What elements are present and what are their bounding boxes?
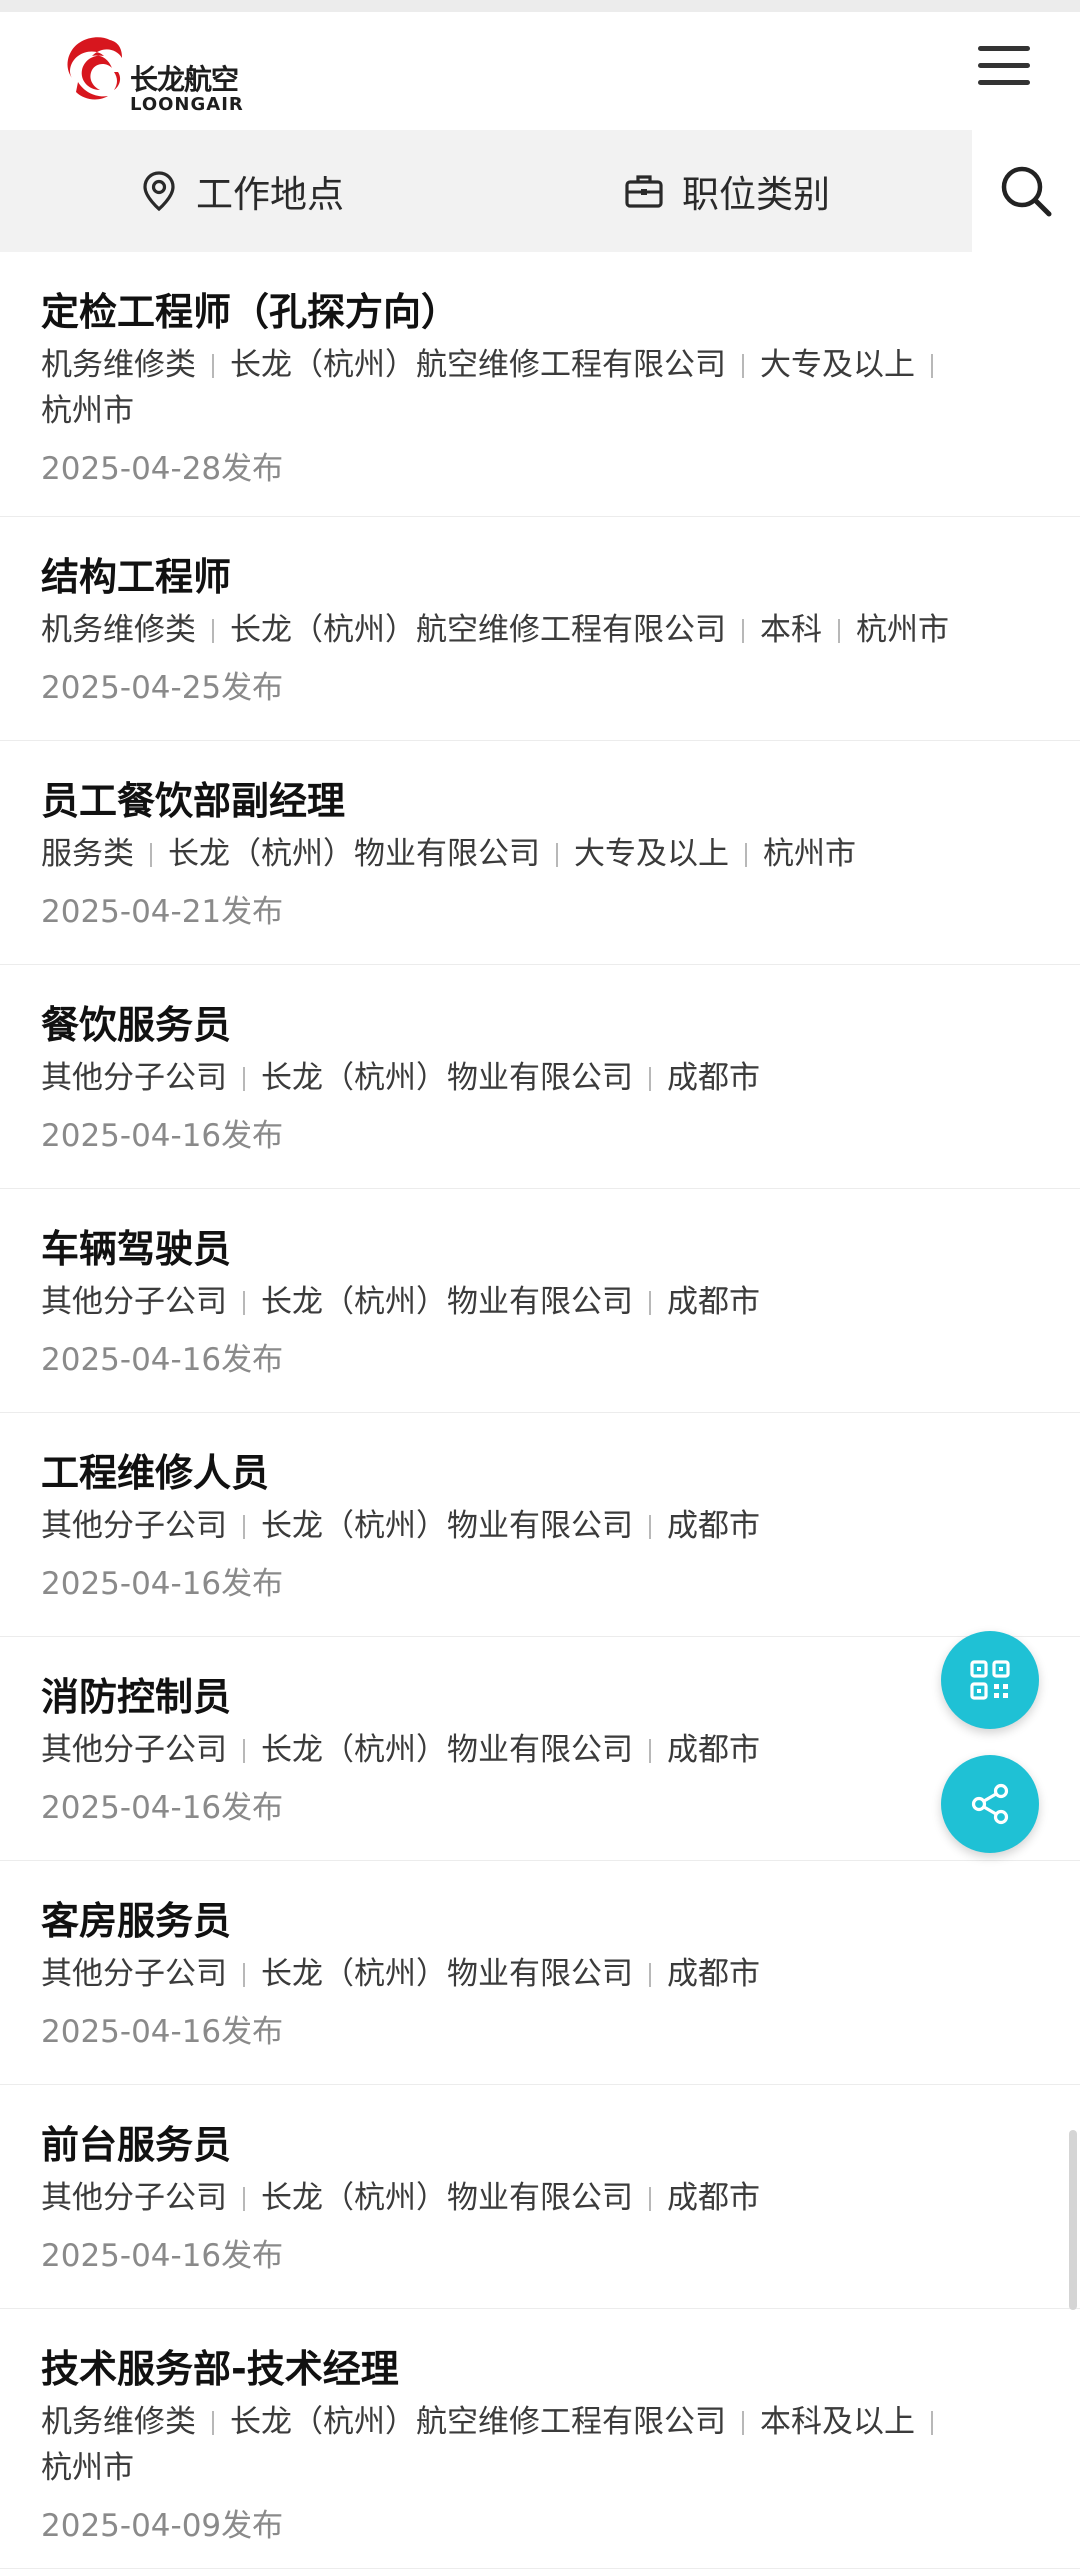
job-category: 机务维修类: [41, 347, 196, 383]
job-date: 2025-04-28发布: [41, 451, 284, 487]
job-title: 员工餐饮部副经理: [41, 779, 346, 823]
job-company: 长龙（杭州）物业有限公司: [261, 1956, 633, 1992]
job-category: 其他分子公司: [41, 1732, 227, 1768]
search-icon: [1001, 166, 1052, 217]
location-filter[interactable]: 工作地点: [140, 130, 344, 252]
brand-name-en: LOONGAIR: [130, 94, 244, 115]
job-title: 餐饮服务员: [41, 1003, 232, 1047]
hamburger-menu-icon[interactable]: [978, 46, 1030, 94]
status-strip: [0, 0, 1080, 12]
dragon-logo-icon: [67, 37, 122, 100]
job-date: 2025-04-16发布: [41, 1566, 284, 1602]
job-title: 客房服务员: [41, 1899, 232, 1943]
job-list-item[interactable]: 餐饮服务员 其他分子公司 长龙（杭州）物业有限公司 成都市 2025-04-16发布: [0, 965, 1080, 1189]
job-city: 成都市: [667, 1956, 760, 1992]
scrollbar[interactable]: [1069, 2130, 1077, 2310]
job-city: 成都市: [667, 1060, 760, 1096]
job-meta: 其他分子公司 长龙（杭州）物业有限公司 成都市: [41, 1727, 1040, 1773]
job-meta: 机务维修类 长龙（杭州）航空维修工程有限公司 本科及以上杭州市: [41, 2399, 1040, 2491]
job-city: 成都市: [667, 2180, 760, 2216]
job-meta: 机务维修类 长龙（杭州）航空维修工程有限公司 大专及以上杭州市: [41, 342, 1040, 434]
job-list-item[interactable]: 前台服务员 其他分子公司 长龙（杭州）物业有限公司 成都市 2025-04-16发布: [0, 2085, 1080, 2309]
job-date: 2025-04-21发布: [41, 894, 284, 930]
job-title: 车辆驾驶员: [41, 1227, 232, 1271]
brand-logo[interactable]: 长龙航空 LOONGAIR: [58, 32, 248, 122]
job-list-item[interactable]: 车辆驾驶员 其他分子公司 长龙（杭州）物业有限公司 成都市 2025-04-16发布: [0, 1189, 1080, 1413]
site-header: 长龙航空 LOONGAIR: [0, 12, 1080, 130]
job-category: 其他分子公司: [41, 1956, 227, 1992]
job-meta: 服务类 长龙（杭州）物业有限公司 大专及以上 杭州市: [41, 831, 1040, 877]
job-date: 2025-04-16发布: [41, 1342, 284, 1378]
job-category: 其他分子公司: [41, 2180, 227, 2216]
job-company: 长龙（杭州）物业有限公司: [261, 1732, 633, 1768]
job-list-item[interactable]: 结构工程师 机务维修类 长龙（杭州）航空维修工程有限公司 本科 杭州市 2025-04…: [0, 517, 1080, 741]
job-city: 成都市: [667, 1732, 760, 1768]
job-company: 长龙（杭州）航空维修工程有限公司: [230, 612, 726, 648]
job-date: 2025-04-16发布: [41, 1790, 284, 1826]
location-pin-icon: [143, 171, 175, 212]
job-list-item[interactable]: 定检工程师（孔探方向） 机务维修类 长龙（杭州）航空维修工程有限公司 大专及以上杭州…: [0, 252, 1080, 517]
job-company: 长龙（杭州）物业有限公司: [261, 1060, 633, 1096]
job-date: 2025-04-16发布: [41, 1118, 284, 1154]
job-category: 机务维修类: [41, 2404, 196, 2440]
job-meta: 机务维修类 长龙（杭州）航空维修工程有限公司 本科 杭州市: [41, 607, 1040, 653]
job-meta: 其他分子公司 长龙（杭州）物业有限公司 成都市: [41, 1503, 1040, 1549]
search-button[interactable]: [972, 130, 1080, 252]
job-meta: 其他分子公司 长龙（杭州）物业有限公司 成都市: [41, 1279, 1040, 1325]
job-title: 定检工程师（孔探方向）: [41, 290, 460, 334]
filter-bar: 工作地点 职位类别: [0, 130, 1080, 252]
job-title: 结构工程师: [41, 555, 232, 599]
job-city: 杭州市: [856, 612, 949, 648]
job-date: 2025-04-16发布: [41, 2238, 284, 2274]
job-list-item[interactable]: 工程维修人员 其他分子公司 长龙（杭州）物业有限公司 成都市 2025-04-16发…: [0, 1413, 1080, 1637]
job-company: 长龙（杭州）物业有限公司: [261, 1284, 633, 1320]
job-date: 2025-04-16发布: [41, 2014, 284, 2050]
job-education: 大专及以上: [760, 347, 915, 383]
category-filter[interactable]: 职位类别: [624, 130, 830, 252]
job-title: 工程维修人员: [41, 1451, 270, 1495]
job-city: 成都市: [667, 1284, 760, 1320]
briefcase-icon: [625, 175, 663, 208]
job-company: 长龙（杭州）物业有限公司: [261, 1508, 633, 1544]
job-meta: 其他分子公司 长龙（杭州）物业有限公司 成都市: [41, 1055, 1040, 1101]
job-list: 定检工程师（孔探方向） 机务维修类 长龙（杭州）航空维修工程有限公司 大专及以上 杭州…: [0, 252, 1080, 2569]
share-icon: [971, 1783, 1009, 1825]
job-date: 2025-04-25发布: [41, 670, 284, 706]
job-list-item[interactable]: 客房服务员 其他分子公司 长龙（杭州）物业有限公司 成都市 2025-04-16发布: [0, 1861, 1080, 2085]
qr-code-icon: [970, 1660, 1010, 1700]
job-list-item[interactable]: 员工餐饮部副经理 服务类 长龙（杭州）物业有限公司 大专及以上 杭州市 2025-04…: [0, 741, 1080, 965]
job-city: 杭州市: [763, 836, 856, 872]
job-company: 长龙（杭州）航空维修工程有限公司: [230, 347, 726, 383]
category-filter-label: 职位类别: [682, 173, 830, 216]
job-city: 成都市: [667, 1508, 760, 1544]
job-education: 本科: [760, 612, 822, 648]
location-filter-label: 工作地点: [196, 173, 344, 216]
job-education: 本科及以上: [760, 2404, 915, 2440]
job-list-item[interactable]: 消防控制员 其他分子公司 长龙（杭州）物业有限公司 成都市 2025-04-16发布: [0, 1637, 1080, 1861]
brand-name-cn: 长龙航空: [130, 63, 239, 96]
share-button[interactable]: [941, 1755, 1039, 1853]
job-company: 长龙（杭州）物业有限公司: [168, 836, 540, 872]
job-title: 消防控制员: [41, 1675, 232, 1719]
job-list-item[interactable]: 技术服务部-技术经理 机务维修类 长龙（杭州）航空维修工程有限公司 本科及以上杭州市…: [0, 2309, 1080, 2569]
job-meta: 其他分子公司 长龙（杭州）物业有限公司 成都市: [41, 2175, 1040, 2221]
job-city: 杭州市: [41, 2450, 134, 2486]
job-category: 其他分子公司: [41, 1284, 227, 1320]
job-title: 前台服务员: [41, 2123, 232, 2167]
job-title: 技术服务部-技术经理: [41, 2347, 399, 2391]
job-education: 大专及以上: [574, 836, 729, 872]
job-company: 长龙（杭州）物业有限公司: [261, 2180, 633, 2216]
job-company: 长龙（杭州）航空维修工程有限公司: [230, 2404, 726, 2440]
job-date: 2025-04-09发布: [41, 2508, 284, 2544]
job-meta: 其他分子公司 长龙（杭州）物业有限公司 成都市: [41, 1951, 1040, 1997]
job-category: 服务类: [41, 836, 134, 872]
job-category: 其他分子公司: [41, 1060, 227, 1096]
job-city: 杭州市: [41, 393, 134, 429]
job-category: 机务维修类: [41, 612, 196, 648]
job-category: 其他分子公司: [41, 1508, 227, 1544]
qr-code-button[interactable]: [941, 1631, 1039, 1729]
